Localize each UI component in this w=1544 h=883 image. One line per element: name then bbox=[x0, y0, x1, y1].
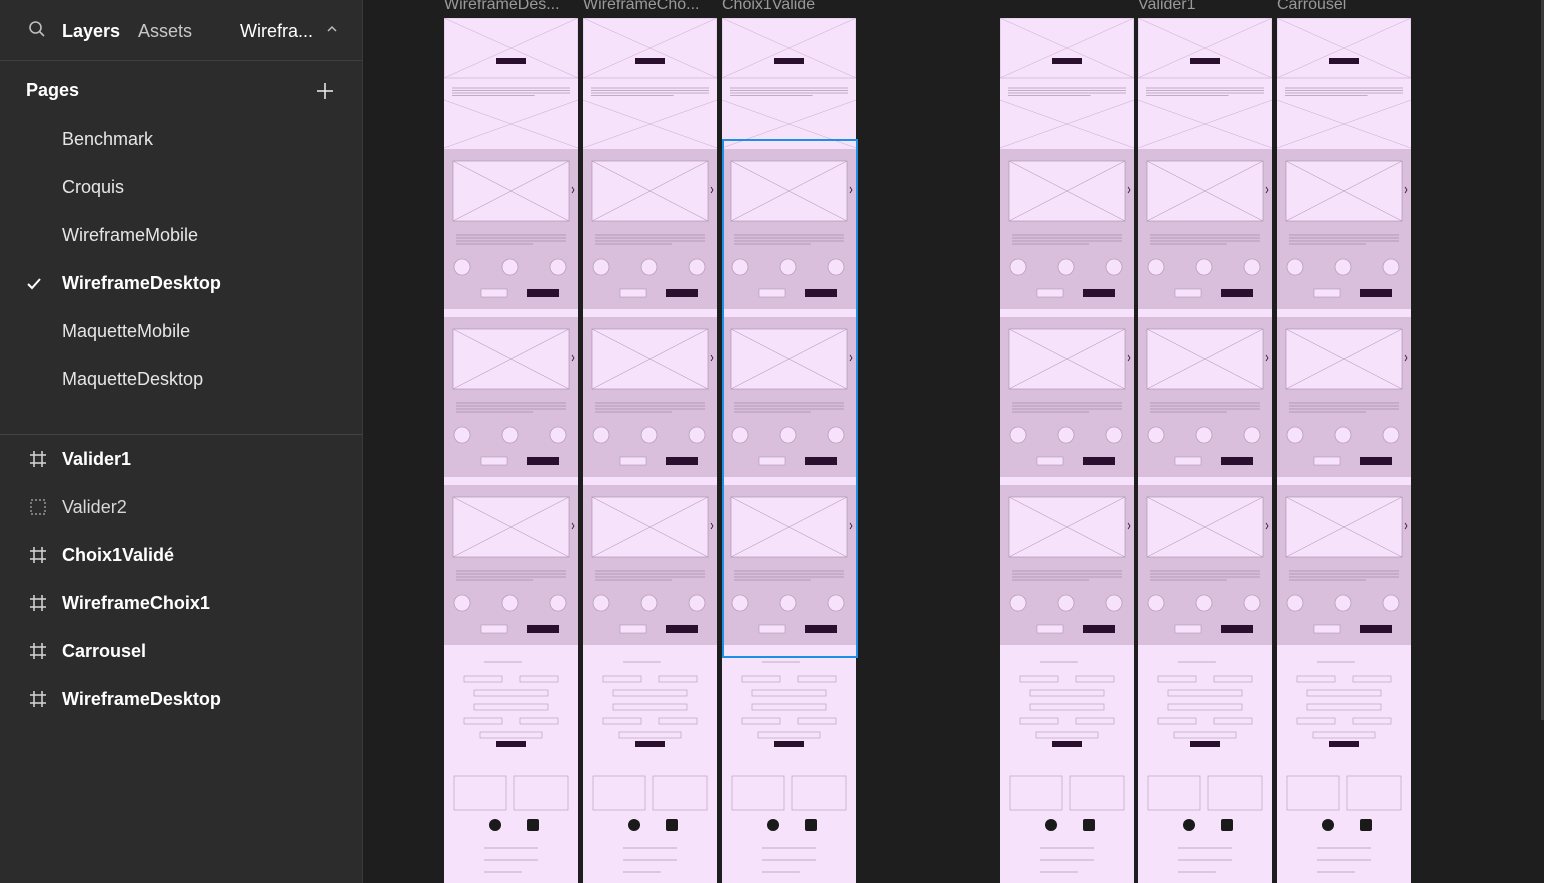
search-icon[interactable] bbox=[28, 20, 46, 38]
frame-icon bbox=[29, 594, 47, 612]
frame-icon bbox=[29, 450, 47, 468]
page-item-benchmark[interactable]: Benchmark bbox=[0, 119, 362, 159]
page-item-label: MaquetteMobile bbox=[62, 321, 191, 341]
layer-item-label: Valider1 bbox=[62, 449, 132, 469]
design-canvas[interactable]: WireframeDes... WireframeCho... Choix1Va… bbox=[363, 0, 1544, 883]
frame-carrousel[interactable] bbox=[1277, 18, 1411, 883]
tab-layers[interactable]: Layers bbox=[62, 20, 120, 42]
page-item-label: MaquetteDesktop bbox=[62, 369, 204, 389]
layer-item-valider1[interactable]: Valider1 bbox=[0, 439, 362, 479]
wireframe-thumbnail bbox=[583, 18, 717, 883]
layers-panel: Layers Assets Wirefra... Pages Benchmark… bbox=[0, 0, 363, 883]
wireframe-thumbnail bbox=[1000, 18, 1134, 883]
frame-icon bbox=[29, 642, 47, 660]
page-item-maquettemobile[interactable]: MaquetteMobile bbox=[0, 311, 362, 351]
add-page-icon[interactable] bbox=[314, 80, 336, 102]
frame-wireframechoix1[interactable] bbox=[583, 18, 717, 883]
pages-section-title: Pages bbox=[26, 80, 80, 100]
frame-valider1[interactable] bbox=[1138, 18, 1272, 883]
page-item-label: WireframeMobile bbox=[62, 225, 199, 245]
panel-tabs-bar: Layers Assets Wirefra... bbox=[0, 0, 362, 61]
checkmark-icon bbox=[27, 277, 41, 290]
frame-icon bbox=[29, 546, 47, 564]
layer-item-label: Valider2 bbox=[62, 497, 127, 517]
page-item-croquis[interactable]: Croquis bbox=[0, 167, 362, 207]
layer-item-label: WireframeDesktop bbox=[62, 689, 221, 709]
wireframe-thumbnail bbox=[1138, 18, 1272, 883]
layer-item-label: WireframeChoix1 bbox=[62, 593, 210, 613]
hidden-frame-icon bbox=[29, 498, 47, 516]
frame-valider2[interactable] bbox=[1000, 18, 1134, 883]
frame-title[interactable]: Valider1 bbox=[1138, 0, 1268, 14]
layer-item-label: Choix1Validé bbox=[62, 545, 175, 565]
wireframe-thumbnail bbox=[444, 18, 578, 883]
layer-item-wireframedesktop[interactable]: WireframeDesktop bbox=[0, 679, 362, 719]
page-item-wireframedesktop[interactable]: WireframeDesktop bbox=[0, 263, 362, 303]
frame-title[interactable]: WireframeCho... bbox=[583, 0, 713, 14]
current-page-switcher[interactable]: Wirefra... bbox=[240, 20, 313, 42]
chevron-up-icon[interactable] bbox=[325, 22, 339, 36]
wireframe-thumbnail bbox=[722, 18, 856, 883]
layer-item-valider2[interactable]: Valider2 bbox=[0, 487, 362, 527]
frame-wireframedesktop[interactable] bbox=[444, 18, 578, 883]
layer-item-carrousel[interactable]: Carrousel bbox=[0, 631, 362, 671]
layer-item-choix1valide[interactable]: Choix1Validé bbox=[0, 535, 362, 575]
layer-item-label: Carrousel bbox=[62, 641, 147, 661]
wireframe-thumbnail bbox=[1277, 18, 1411, 883]
page-item-wireframemobile[interactable]: WireframeMobile bbox=[0, 215, 362, 255]
frame-icon bbox=[29, 690, 47, 708]
frame-title[interactable]: WireframeDes... bbox=[444, 0, 574, 14]
tab-assets[interactable]: Assets bbox=[138, 20, 192, 42]
page-item-label: Croquis bbox=[62, 177, 125, 197]
frame-title[interactable]: Choix1Validé bbox=[722, 0, 852, 14]
page-item-label: Benchmark bbox=[62, 129, 154, 149]
page-item-maquettedesktop[interactable]: MaquetteDesktop bbox=[0, 359, 362, 399]
frame-title[interactable]: Carrousel bbox=[1277, 0, 1407, 14]
frame-choix1valide[interactable] bbox=[722, 18, 856, 883]
layer-item-wireframechoix1[interactable]: WireframeChoix1 bbox=[0, 583, 362, 623]
page-item-label: WireframeDesktop bbox=[62, 273, 221, 293]
panel-divider bbox=[0, 434, 362, 435]
